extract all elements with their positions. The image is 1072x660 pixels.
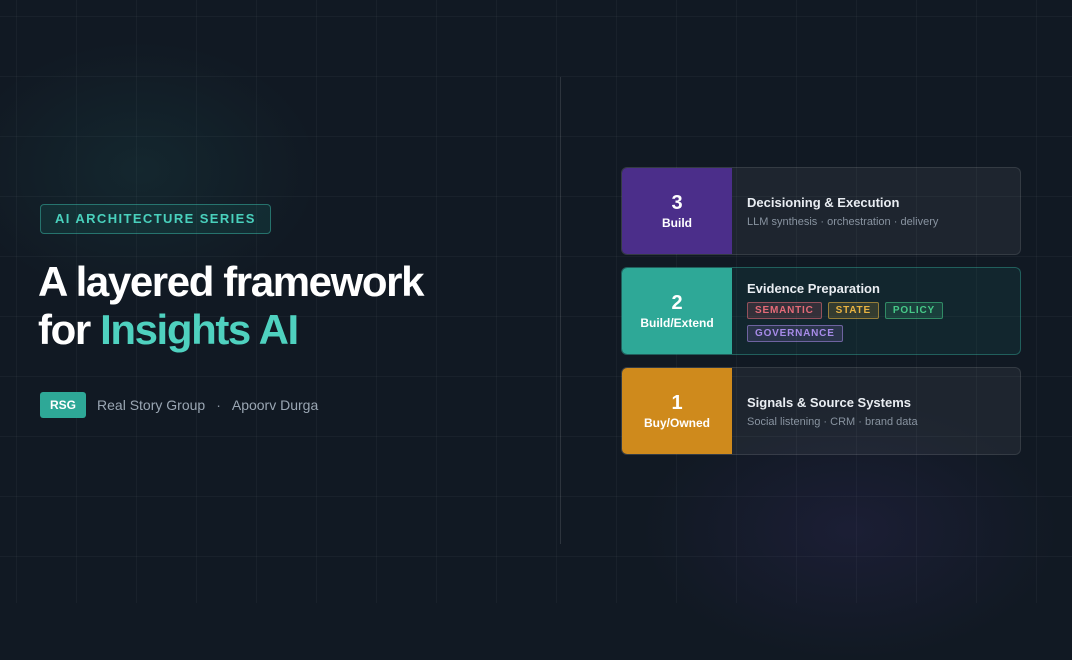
org-name: Real Story Group bbox=[97, 397, 206, 413]
layer-number-block: 3 Build bbox=[622, 168, 732, 254]
layer-number: 1 bbox=[671, 391, 683, 414]
author-name: Apoorv Durga bbox=[231, 397, 319, 413]
layer-title: Evidence Preparation bbox=[747, 280, 880, 296]
layer-subtitle: Social listening · CRM · brand data bbox=[747, 415, 918, 428]
chip-policy: POLICY bbox=[884, 301, 943, 319]
layer-number: 2 bbox=[671, 291, 683, 314]
layer-title: Decisioning & Execution bbox=[747, 194, 900, 210]
layer-body: Decisioning & Execution LLM synthesis · … bbox=[732, 168, 953, 254]
layer-kind: Build/Extend bbox=[640, 315, 714, 330]
chip-semantic: SEMANTIC bbox=[747, 301, 822, 319]
title-accent: Insights AI bbox=[100, 306, 299, 353]
layer-body: Evidence Preparation SEMANTIC STATE POLI… bbox=[732, 268, 977, 354]
chip-group: SEMANTIC STATE POLICY GOVERNANCE bbox=[747, 301, 962, 342]
layer-number-block: 1 Buy/Owned bbox=[622, 368, 732, 454]
layer-card-1: 1 Buy/Owned Signals & Source Systems Soc… bbox=[621, 367, 1021, 455]
page-title: A layered framework for Insights AI bbox=[38, 258, 424, 354]
vertical-divider bbox=[560, 77, 561, 544]
layer-title: Signals & Source Systems bbox=[747, 394, 912, 410]
layer-card-2: 2 Build/Extend Evidence Preparation SEMA… bbox=[621, 267, 1021, 355]
chip-state: STATE bbox=[827, 301, 879, 319]
rsg-badge: RSG bbox=[40, 392, 87, 418]
chip-governance: GOVERNANCE bbox=[747, 324, 843, 342]
byline: RSG Real Story Group · Apoorv Durga bbox=[40, 392, 318, 418]
layer-body: Signals & Source Systems Social listenin… bbox=[732, 368, 933, 454]
series-tag: AI ARCHITECTURE SERIES bbox=[40, 204, 271, 234]
title-line-2-prefix: for bbox=[38, 306, 101, 353]
layer-kind: Build bbox=[662, 215, 692, 230]
layer-number-block: 2 Build/Extend bbox=[622, 268, 732, 354]
title-line-1: A layered framework bbox=[38, 258, 424, 305]
layer-subtitle: LLM synthesis · orchestration · delivery bbox=[747, 215, 939, 228]
byline-separator: · bbox=[216, 397, 221, 413]
layer-kind: Buy/Owned bbox=[643, 415, 710, 430]
layer-number: 3 bbox=[671, 191, 683, 214]
layer-card-3: 3 Build Decisioning & Execution LLM synt… bbox=[621, 167, 1021, 255]
